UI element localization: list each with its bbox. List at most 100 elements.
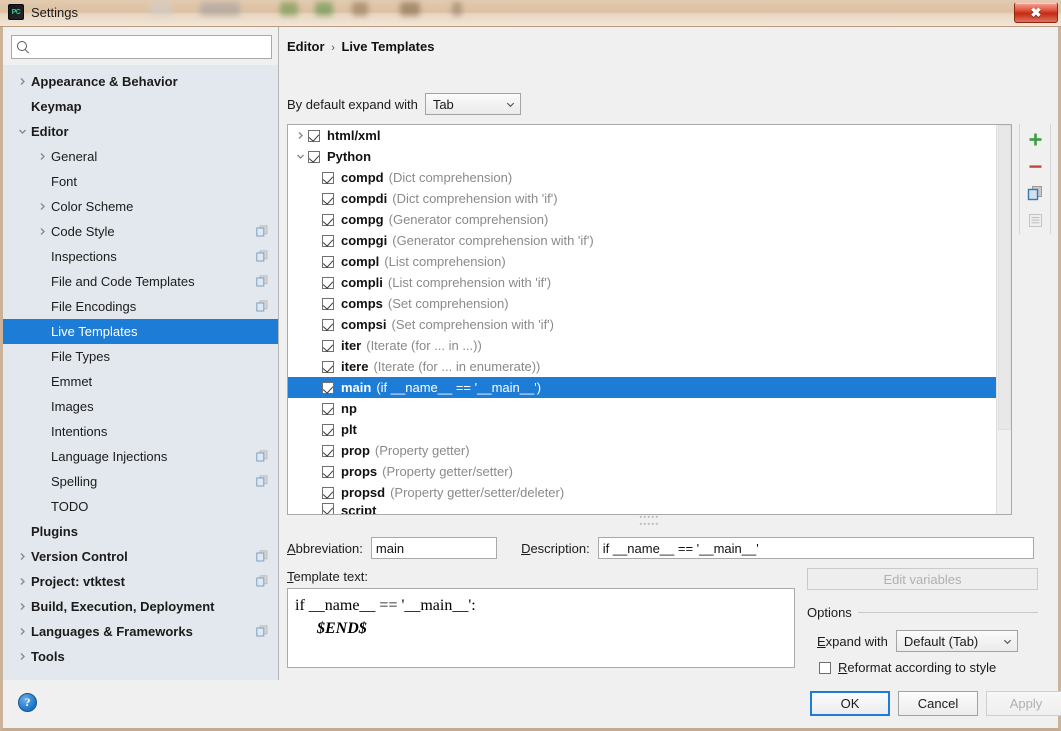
template-checkbox[interactable] [322, 486, 334, 499]
template-checkbox[interactable] [322, 381, 334, 394]
default-expand-select[interactable]: Tab [424, 93, 521, 115]
breadcrumb-parent[interactable]: Editor [287, 39, 325, 54]
template-row[interactable]: plt [288, 419, 996, 440]
expand-with-select[interactable]: Default (Tab) [895, 630, 1018, 652]
sidebar-item-color-scheme[interactable]: Color Scheme [3, 194, 278, 219]
template-row[interactable]: props (Property getter/setter) [288, 461, 996, 482]
sidebar-item-spelling[interactable]: Spelling [3, 469, 278, 494]
template-checkbox[interactable] [322, 465, 334, 478]
description-input[interactable]: if __name__ == '__main__' [597, 537, 1034, 559]
abbreviation-input[interactable]: main [370, 537, 498, 559]
template-checkbox[interactable] [322, 339, 334, 352]
template-checkbox[interactable] [322, 444, 334, 457]
template-row-partial[interactable]: script [288, 503, 996, 514]
template-checkbox[interactable] [308, 150, 320, 163]
copy-settings-icon[interactable] [256, 275, 268, 287]
reformat-row[interactable]: Reformat according to style [807, 660, 1038, 675]
template-checkbox[interactable] [322, 402, 334, 415]
template-checkbox[interactable] [322, 171, 334, 184]
tree-arrow[interactable] [13, 77, 31, 86]
close-button[interactable]: ✖ [1014, 2, 1058, 23]
sidebar-item-inspections[interactable]: Inspections [3, 244, 278, 269]
template-row[interactable]: compd (Dict comprehension) [288, 167, 996, 188]
template-checkbox[interactable] [322, 297, 334, 310]
tree-arrow[interactable] [33, 152, 51, 161]
template-row[interactable]: itere (Iterate (for ... in enumerate)) [288, 356, 996, 377]
template-row[interactable]: compli (List comprehension with 'if') [288, 272, 996, 293]
list-scrollbar[interactable] [996, 125, 1011, 514]
sidebar-item-editor[interactable]: Editor [3, 119, 278, 144]
duplicate-template-button[interactable] [1026, 184, 1044, 202]
template-row[interactable]: compsi (Set comprehension with 'if') [288, 314, 996, 335]
sidebar-item-languages-frameworks[interactable]: Languages & Frameworks [3, 619, 278, 644]
template-row[interactable]: main (if __name__ == '__main__') [288, 377, 996, 398]
sidebar-item-emmet[interactable]: Emmet [3, 369, 278, 394]
copy-settings-icon[interactable] [256, 475, 268, 487]
template-group-button[interactable] [1026, 211, 1044, 229]
tree-arrow[interactable] [13, 552, 31, 561]
copy-settings-icon[interactable] [256, 450, 268, 462]
add-template-button[interactable] [1026, 130, 1044, 148]
template-row[interactable]: Python [288, 146, 996, 167]
tree-arrow[interactable] [13, 652, 31, 661]
template-text-editor[interactable]: if __name__ == '__main__': $END$ [287, 588, 795, 668]
template-row[interactable]: propsd (Property getter/setter/deleter) [288, 482, 996, 503]
list-scrollbar-thumb[interactable] [998, 125, 1011, 430]
copy-settings-icon[interactable] [256, 625, 268, 637]
search-box[interactable] [11, 35, 272, 59]
sidebar-item-intentions[interactable]: Intentions [3, 419, 278, 444]
sidebar-item-project-vtktest[interactable]: Project: vtktest [3, 569, 278, 594]
sidebar-item-code-style[interactable]: Code Style [3, 219, 278, 244]
template-checkbox[interactable] [322, 360, 334, 373]
template-checkbox[interactable] [322, 423, 334, 436]
sidebar-item-file-encodings[interactable]: File Encodings [3, 294, 278, 319]
tree-arrow[interactable] [33, 227, 51, 236]
tree-arrow[interactable] [13, 627, 31, 636]
sidebar-item-language-injections[interactable]: Language Injections [3, 444, 278, 469]
template-checkbox[interactable] [322, 255, 334, 268]
cancel-button[interactable]: Cancel [898, 691, 978, 716]
help-button[interactable]: ? [18, 693, 37, 712]
template-row[interactable]: np [288, 398, 996, 419]
tree-arrow[interactable] [13, 577, 31, 586]
sidebar-item-todo[interactable]: TODO [3, 494, 278, 519]
sidebar-item-version-control[interactable]: Version Control [3, 544, 278, 569]
copy-settings-icon[interactable] [256, 250, 268, 262]
template-row[interactable]: compl (List comprehension) [288, 251, 996, 272]
template-row[interactable]: compgi (Generator comprehension with 'if'… [288, 230, 996, 251]
panel-splitter[interactable]: ▪▪▪▪▪ ▪▪▪▪▪ [287, 514, 1012, 528]
sidebar-item-keymap[interactable]: Keymap [3, 94, 278, 119]
sidebar-item-build-execution-deployment[interactable]: Build, Execution, Deployment [3, 594, 278, 619]
sidebar-item-file-and-code-templates[interactable]: File and Code Templates [3, 269, 278, 294]
search-input[interactable] [34, 38, 266, 56]
template-row[interactable]: prop (Property getter) [288, 440, 996, 461]
sidebar-item-font[interactable]: Font [3, 169, 278, 194]
tree-arrow[interactable] [292, 149, 308, 164]
tree-arrow[interactable] [33, 202, 51, 211]
tree-arrow[interactable] [13, 602, 31, 611]
ok-button[interactable]: OK [810, 691, 890, 716]
template-checkbox[interactable] [308, 129, 320, 142]
tree-arrow[interactable] [292, 128, 308, 143]
sidebar-item-appearance-behavior[interactable]: Appearance & Behavior [3, 69, 278, 94]
copy-settings-icon[interactable] [256, 225, 268, 237]
template-checkbox[interactable] [322, 276, 334, 289]
sidebar-item-live-templates[interactable]: Live Templates [3, 319, 278, 344]
sidebar-item-plugins[interactable]: Plugins [3, 519, 278, 544]
template-row[interactable]: compdi (Dict comprehension with 'if') [288, 188, 996, 209]
sidebar-item-file-types[interactable]: File Types [3, 344, 278, 369]
copy-settings-icon[interactable] [256, 300, 268, 312]
sidebar-item-images[interactable]: Images [3, 394, 278, 419]
remove-template-button[interactable] [1026, 157, 1044, 175]
sidebar-item-general[interactable]: General [3, 144, 278, 169]
template-row[interactable]: iter (Iterate (for ... in ...)) [288, 335, 996, 356]
reformat-checkbox[interactable] [819, 661, 831, 674]
template-row[interactable]: html/xml [288, 125, 996, 146]
copy-settings-icon[interactable] [256, 550, 268, 562]
sidebar-item-tools[interactable]: Tools [3, 644, 278, 669]
copy-settings-icon[interactable] [256, 575, 268, 587]
template-checkbox[interactable] [322, 318, 334, 331]
template-checkbox[interactable] [322, 213, 334, 226]
template-checkbox[interactable] [322, 192, 334, 205]
template-checkbox[interactable] [322, 234, 334, 247]
